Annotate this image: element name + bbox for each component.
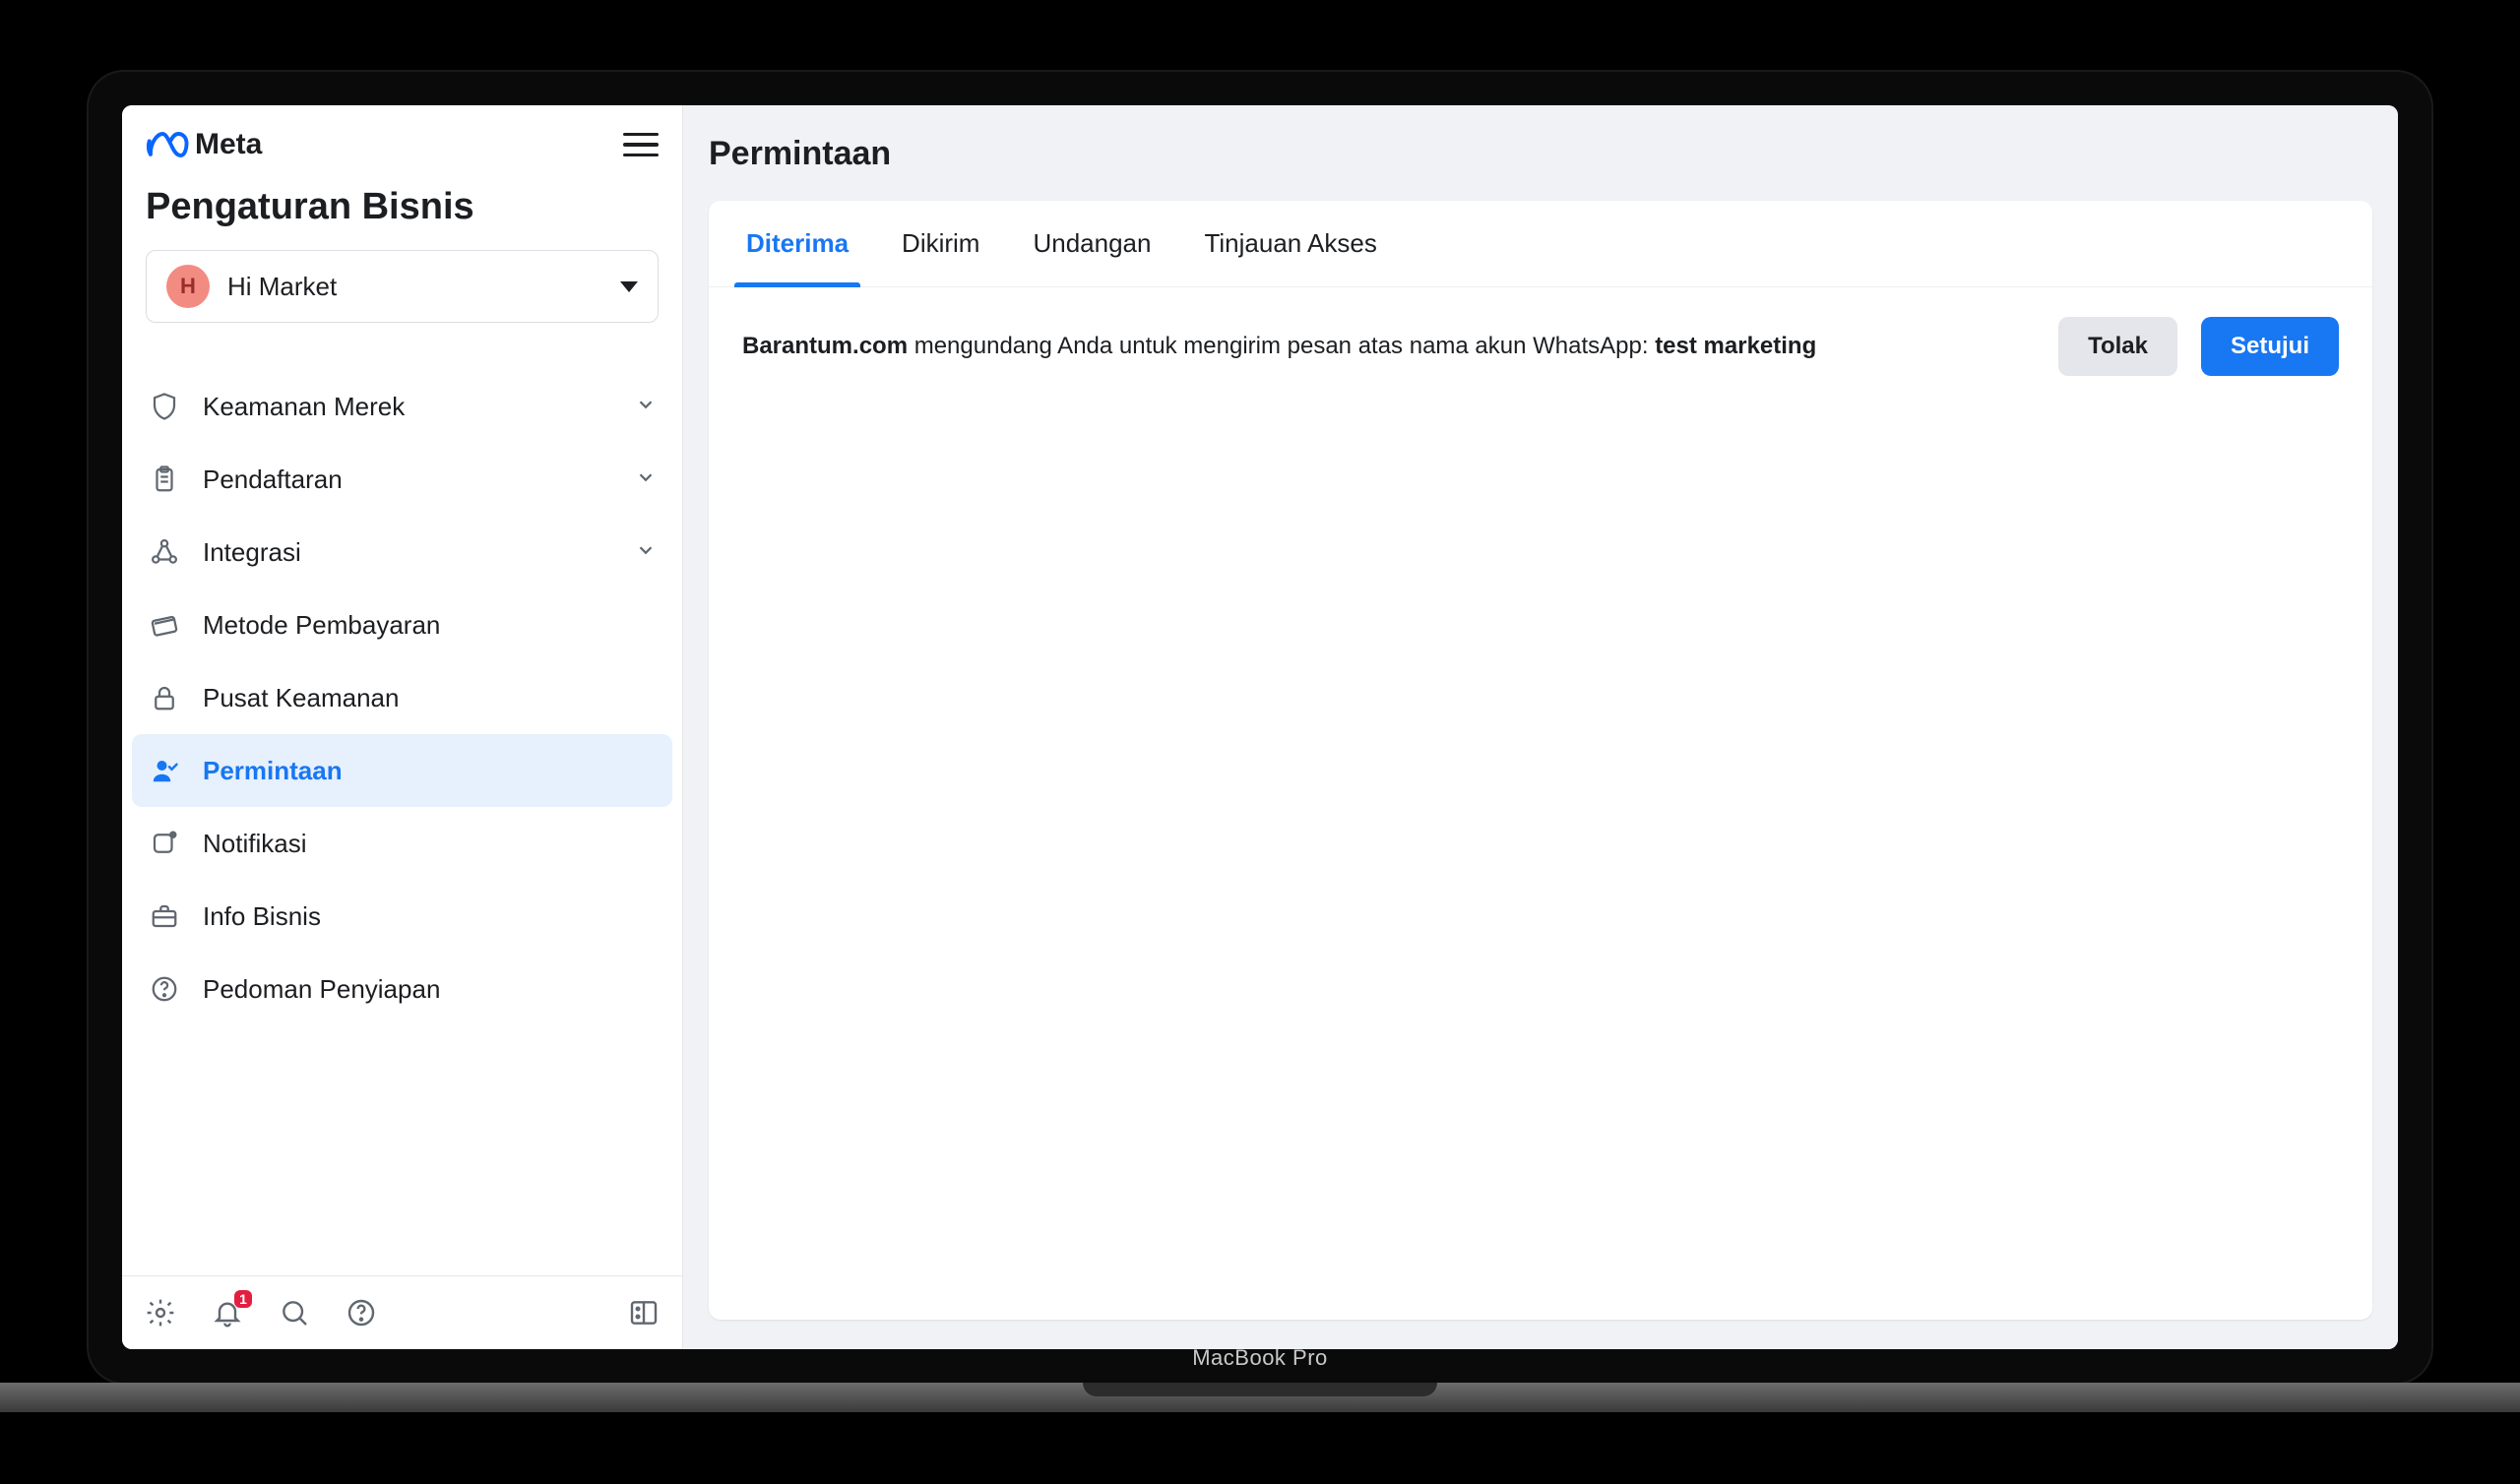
nav-label: Info Bisnis [203,901,657,932]
chevron-down-icon [635,537,657,568]
chevron-down-icon [620,281,638,292]
account-name: Hi Market [227,272,602,302]
nav-label: Pendaftaran [203,464,613,495]
main-content: Permintaan Diterima Dikirim Undangan Tin… [683,105,2398,1349]
panel-icon [628,1297,660,1329]
search-icon [279,1297,310,1329]
shield-icon [148,390,181,423]
nav-label: Integrasi [203,537,613,568]
sidebar-item-biz-info[interactable]: Info Bisnis [132,880,672,953]
notifications-button[interactable]: 1 [209,1294,246,1331]
request-row: Barantum.com mengundang Anda untuk mengi… [709,287,2372,405]
tab-invitations[interactable]: Undangan [1029,201,1155,286]
sidebar-nav: Keamanan Merek Pendaftaran [122,370,682,1275]
nav-label: Keamanan Merek [203,392,613,422]
help-circle-icon [346,1297,377,1329]
tab-access-review[interactable]: Tinjauan Akses [1200,201,1380,286]
chevron-down-icon [635,392,657,422]
sidebar-item-registration[interactable]: Pendaftaran [132,443,672,516]
panel-toggle-button[interactable] [625,1294,662,1331]
sidebar-title: Pengaturan Bisnis [146,186,659,228]
request-target: test marketing [1655,333,1816,359]
device-label: MacBook Pro [89,1345,2431,1371]
lock-icon [148,681,181,714]
sidebar: Meta Pengaturan Bisnis H Hi Market [122,105,683,1349]
nav-label: Permintaan [203,756,657,786]
request-text: Barantum.com mengundang Anda untuk mengi… [742,329,2035,364]
integration-icon [148,535,181,569]
meta-icon [146,130,189,159]
request-mid: mengundang Anda untuk mengirim pesan ata… [908,333,1655,359]
nav-label: Notifikasi [203,829,657,859]
laptop-notch [1083,1383,1437,1396]
nav-label: Pusat Keamanan [203,683,657,713]
sidebar-item-brand-security[interactable]: Keamanan Merek [132,370,672,443]
page-title: Permintaan [709,135,2372,173]
account-avatar: H [166,265,210,308]
sidebar-footer: 1 [122,1275,682,1349]
sidebar-item-setup-guide[interactable]: Pedoman Penyiapan [132,953,672,1025]
card-icon [148,608,181,642]
briefcase-icon [148,899,181,933]
reject-button[interactable]: Tolak [2058,317,2177,376]
clipboard-icon [148,463,181,496]
request-inviter: Barantum.com [742,333,908,359]
laptop-base [0,1383,2520,1412]
tab-received[interactable]: Diterima [742,201,852,286]
person-check-icon [148,754,181,787]
approve-button[interactable]: Setujui [2201,317,2339,376]
notification-icon [148,827,181,860]
requests-card: Diterima Dikirim Undangan Tinjauan Akses… [709,201,2372,1320]
tabs: Diterima Dikirim Undangan Tinjauan Akses [709,201,2372,287]
settings-button[interactable] [142,1294,179,1331]
sidebar-item-security-center[interactable]: Pusat Keamanan [132,661,672,734]
sidebar-item-requests[interactable]: Permintaan [132,734,672,807]
notification-badge: 1 [234,1290,252,1308]
chevron-down-icon [635,464,657,495]
help-button[interactable] [343,1294,380,1331]
meta-logo[interactable]: Meta [146,128,262,161]
sidebar-item-notifications[interactable]: Notifikasi [132,807,672,880]
gear-icon [145,1297,176,1329]
meta-word: Meta [195,128,262,161]
sidebar-item-integration[interactable]: Integrasi [132,516,672,588]
account-picker[interactable]: H Hi Market [146,250,659,323]
nav-label: Metode Pembayaran [203,610,657,641]
help-circle-icon [148,972,181,1006]
tab-sent[interactable]: Dikirim [898,201,983,286]
search-button[interactable] [276,1294,313,1331]
menu-button[interactable] [623,127,659,162]
sidebar-item-payment[interactable]: Metode Pembayaran [132,588,672,661]
nav-label: Pedoman Penyiapan [203,974,657,1005]
